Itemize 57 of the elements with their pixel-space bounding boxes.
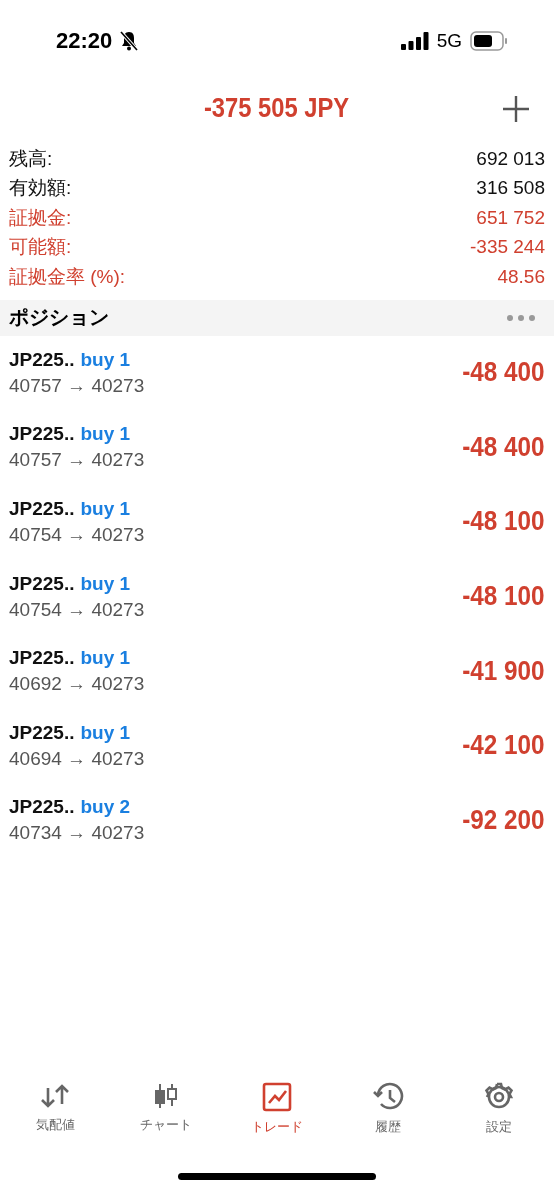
position-side: buy 1 [80,498,131,520]
position-prices: 40692 → 40273 [9,673,145,696]
position-side: buy 2 [80,796,131,819]
position-prices: 40694 → 40273 [9,747,145,770]
position-symbol: JP225.. [9,721,75,744]
tab-item[interactable]: 設定 [443,1082,554,1152]
bell-muted-icon [120,31,139,51]
summary-label: 証拠金: [9,205,72,230]
summary-label: 有効額: [9,176,72,201]
position-symbol: JP225.. [9,348,75,371]
candlestick-icon [154,1082,179,1110]
section-title: ポジション [9,305,109,330]
more-icon[interactable] [506,313,536,322]
position-prices: 40757 → 40273 [9,374,145,397]
position-side: buy 1 [80,572,131,595]
arrows-icon [40,1082,71,1110]
position-symbol: JP225.. [9,423,75,446]
summary-label: 証拠金率 (%): [9,264,126,289]
position-profit: -48 400 [462,431,545,463]
network-label: 5G [436,30,462,52]
position-prices: 40754 → 40273 [9,524,145,546]
tab-item[interactable]: トレード [221,1082,333,1152]
summary-value: 651 752 [476,206,545,229]
position-symbol: JP225.. [9,796,75,819]
position-side: buy 1 [80,348,131,371]
history-icon [371,1082,404,1112]
position-symbol: JP225.. [9,572,75,595]
position-profit: -48 100 [462,506,545,538]
home-indicator[interactable] [178,1172,376,1180]
position-side: buy 1 [80,721,131,744]
plus-icon[interactable] [502,95,530,123]
position-profit: -48 400 [462,357,545,389]
equity-title: -375 505 JPY [204,92,350,124]
position-prices: 40757 → 40273 [9,449,145,472]
position-profit: -48 100 [462,581,545,613]
summary-value: 48.56 [497,265,545,288]
battery-icon [470,31,508,51]
position-symbol: JP225.. [9,498,75,520]
position-symbol: JP225.. [9,647,75,670]
tab-item[interactable]: 気配値 [0,1082,111,1152]
line-chart-icon [262,1082,292,1112]
status-time: 22:20 [56,28,113,54]
summary-label: 残高: [9,146,53,171]
position-side: buy 1 [80,647,131,670]
position-side: buy 1 [80,423,131,446]
position-profit: -41 900 [462,655,545,687]
summary-value: 692 013 [476,147,545,170]
signal-icon [400,32,429,50]
position-profit: -92 200 [462,804,545,836]
summary-label: 可能額: [9,235,72,260]
position-prices: 40734 → 40273 [9,822,145,845]
position-prices: 40754 → 40273 [9,598,145,621]
tab-item[interactable]: チャート [110,1082,222,1152]
summary-value: 316 508 [476,177,545,200]
summary-value: -335 244 [470,236,545,259]
tab-item[interactable]: 履歴 [332,1082,444,1152]
position-profit: -42 100 [462,730,545,762]
